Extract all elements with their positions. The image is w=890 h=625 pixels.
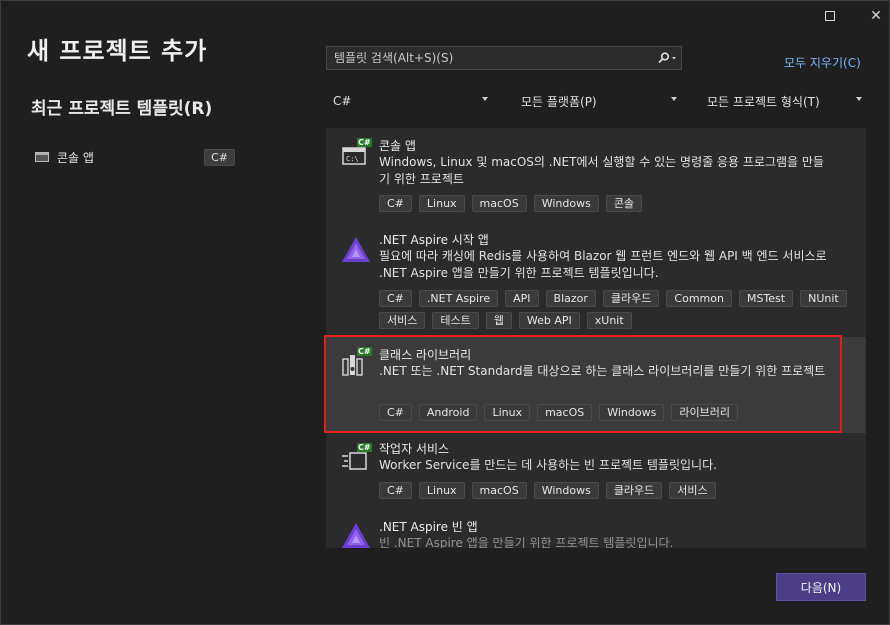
tag: C# bbox=[379, 195, 412, 212]
tag: 클라우드 bbox=[605, 482, 663, 499]
search-icon[interactable] bbox=[653, 52, 681, 64]
tag: 라이브러리 bbox=[671, 404, 738, 421]
tag: C# bbox=[379, 290, 412, 307]
tag: Android bbox=[418, 404, 478, 421]
tag: 웹 bbox=[485, 312, 512, 329]
template-tags: C# Android Linux macOS Windows 라이브러리 bbox=[379, 404, 849, 421]
template-description: .NET 또는 .NET Standard를 대상으로 하는 클래스 라이브러리… bbox=[379, 364, 826, 378]
tag: API bbox=[505, 290, 539, 307]
tag: MSTest bbox=[738, 290, 794, 307]
class-library-icon: C# bbox=[341, 347, 372, 377]
project-type-filter-value: 모든 프로젝트 형식(T) bbox=[707, 94, 820, 109]
tag: 클라우드 bbox=[602, 290, 660, 307]
project-type-filter[interactable]: 모든 프로젝트 형식(T) bbox=[707, 89, 862, 113]
maximize-icon bbox=[825, 11, 835, 21]
csharp-badge-icon: C# bbox=[357, 138, 372, 147]
recent-item-label: 콘솔 앱 bbox=[57, 150, 94, 165]
close-icon: ✕ bbox=[870, 8, 882, 24]
template-item-console-app[interactable]: C:\ C# 콘솔 앱 Windows, Linux 및 macOS의 .NET… bbox=[326, 128, 866, 220]
template-item-aspire-empty[interactable]: .NET Aspire 빈 앱 빈 .NET Aspire 앱을 만들기 위한 … bbox=[326, 514, 866, 548]
tag: macOS bbox=[471, 195, 527, 212]
tag: Windows bbox=[533, 482, 599, 499]
template-list[interactable]: C:\ C# 콘솔 앱 Windows, Linux 및 macOS의 .NET… bbox=[326, 128, 866, 548]
chevron-down-icon bbox=[856, 97, 862, 101]
language-filter[interactable]: C# bbox=[333, 89, 488, 113]
platform-filter-value: 모든 플랫폼(P) bbox=[521, 94, 597, 109]
console-app-icon: C:\ C# bbox=[341, 138, 372, 168]
recent-templates-heading: 최근 프로젝트 템플릿(R) bbox=[31, 99, 213, 119]
tag: C# bbox=[379, 482, 412, 499]
worker-service-icon: C# bbox=[341, 443, 372, 473]
tag: Linux bbox=[418, 482, 465, 499]
tag: 서비스 bbox=[379, 312, 426, 329]
template-description: Worker Service를 만드는 데 사용하는 빈 프로젝트 템플릿입니다… bbox=[379, 458, 717, 472]
language-filter-value: C# bbox=[333, 94, 352, 108]
template-tags: C# Linux macOS Windows 콘솔 bbox=[379, 195, 849, 212]
page-title: 새 프로젝트 추가 bbox=[27, 37, 208, 65]
tag: macOS bbox=[537, 404, 593, 421]
chevron-down-icon bbox=[671, 97, 677, 101]
maximize-button[interactable] bbox=[807, 1, 853, 31]
platform-filter[interactable]: 모든 플랫폼(P) bbox=[521, 89, 677, 113]
search-input[interactable] bbox=[334, 51, 653, 65]
template-name: .NET Aspire 시작 앱 bbox=[379, 233, 489, 247]
tag: Blazor bbox=[545, 290, 596, 307]
template-name: .NET Aspire 빈 앱 bbox=[379, 520, 478, 534]
svg-text:C:\: C:\ bbox=[346, 155, 359, 163]
tag: Windows bbox=[533, 195, 599, 212]
tag: xUnit bbox=[586, 312, 632, 329]
template-item-worker-service[interactable]: C# 작업자 서비스 Worker Service를 만드는 데 사용하는 빈 … bbox=[326, 433, 866, 513]
csharp-badge-icon: C# bbox=[357, 347, 372, 356]
template-description: Windows, Linux 및 macOS의 .NET에서 실행할 수 있는 … bbox=[379, 155, 824, 186]
tag: Linux bbox=[418, 195, 465, 212]
tag: C# bbox=[379, 404, 412, 421]
template-tags: C# Linux macOS Windows 클라우드 서비스 bbox=[379, 482, 849, 499]
console-icon bbox=[35, 152, 49, 162]
template-item-class-library[interactable]: C# 클래스 라이브러리 .NET 또는 .NET Standard를 대상으로… bbox=[326, 337, 866, 433]
language-badge: C# bbox=[204, 148, 235, 166]
tag: Windows bbox=[599, 404, 665, 421]
tag: .NET Aspire bbox=[418, 290, 499, 307]
tag: NUnit bbox=[800, 290, 847, 307]
close-button[interactable]: ✕ bbox=[853, 1, 890, 31]
clear-all-link[interactable]: 모두 지우기(C) bbox=[784, 54, 861, 71]
aspire-icon bbox=[341, 520, 371, 548]
tag: Common bbox=[666, 290, 732, 307]
tag: macOS bbox=[471, 482, 527, 499]
template-description: 빈 .NET Aspire 앱을 만들기 위한 프로젝트 템플릿입니다. bbox=[379, 536, 674, 548]
template-item-aspire-starter[interactable]: .NET Aspire 시작 앱 필요에 따라 캐싱에 Redis를 사용하여 … bbox=[326, 224, 866, 334]
template-search[interactable] bbox=[326, 46, 682, 70]
recent-item-console-app[interactable]: 콘솔 앱 C# bbox=[31, 146, 235, 168]
tag: 서비스 bbox=[669, 482, 716, 499]
template-name: 콘솔 앱 bbox=[379, 139, 416, 153]
tag: 테스트 bbox=[432, 312, 479, 329]
aspire-icon bbox=[341, 234, 371, 264]
tag: Web API bbox=[518, 312, 580, 329]
tag: 콘솔 bbox=[605, 195, 643, 212]
chevron-down-icon bbox=[482, 97, 488, 101]
tag: Linux bbox=[484, 404, 531, 421]
template-name: 작업자 서비스 bbox=[379, 442, 450, 456]
template-tags: C# .NET Aspire API Blazor 클라우드 Common MS… bbox=[379, 290, 849, 329]
csharp-badge-icon: C# bbox=[357, 443, 372, 452]
template-name: 클래스 라이브러리 bbox=[379, 348, 472, 362]
next-button[interactable]: 다음(N) bbox=[776, 573, 866, 601]
template-description: 필요에 따라 캐싱에 Redis를 사용하여 Blazor 웹 프런트 엔드와 … bbox=[379, 249, 827, 280]
